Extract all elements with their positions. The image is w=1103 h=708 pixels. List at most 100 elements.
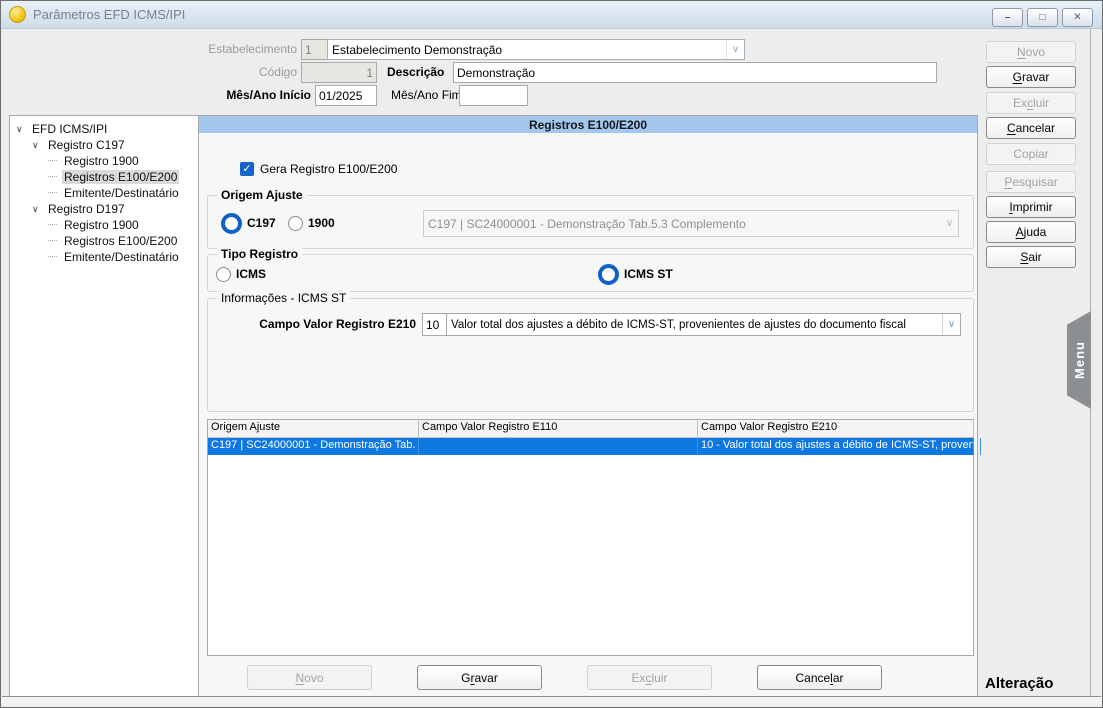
radio-1900-label: 1900 <box>308 216 335 230</box>
checkbox-checked-icon: ✓ <box>240 162 254 176</box>
tree-guide <box>48 224 57 226</box>
chevron-down-icon[interactable]: ∨ <box>726 40 744 59</box>
tree-item-emitente-destinatario[interactable]: Emitente/Destinatário <box>10 185 198 201</box>
sidebar-button-bar: Novo Gravar Excluir Cancelar Copiar Pesquisar… <box>986 1 1074 707</box>
radio-icms-st[interactable]: ICMS ST <box>598 266 673 282</box>
radio-checked-icon <box>598 264 619 285</box>
tipo-registro-group: Tipo Registro ICMS ICMS ST <box>207 254 974 292</box>
menu-tab-label: Menu <box>1072 341 1087 379</box>
estabelecimento-combo[interactable]: Estabelecimento Demonstração ∨ <box>327 39 745 60</box>
radio-icms-label: ICMS <box>236 267 266 281</box>
column-header-filler <box>974 420 980 437</box>
titlebar[interactable]: Parâmetros EFD ICMS/IPI <box>1 1 1102 29</box>
footer-button-novo[interactable]: Novo <box>247 665 372 690</box>
tree-item-label: Registro D197 <box>46 202 127 216</box>
tree-item-label: EFD ICMS/IPI <box>30 122 109 136</box>
mes-ano-inicio-value: 01/2025 <box>319 89 362 103</box>
table-cell <box>974 438 981 455</box>
codigo-field: 1 <box>301 62 377 83</box>
descricao-label: Descrição <box>387 65 444 79</box>
sidebar-button-gravar[interactable]: Gravar <box>986 66 1076 88</box>
chevron-down-icon[interactable]: ∨ <box>32 204 46 215</box>
radio-icms[interactable]: ICMS <box>216 266 266 282</box>
estabelecimento-combo-value: Estabelecimento Demonstração <box>332 43 726 57</box>
sidebar-button-copiar[interactable]: Copiar <box>986 143 1076 165</box>
tree-item-label: Registro 1900 <box>62 218 141 232</box>
mes-ano-fim-label: Mês/Ano Fim <box>391 88 462 102</box>
tree-item-registro-d197[interactable]: ∨Registro D197 <box>10 201 198 217</box>
codigo-value: 1 <box>305 66 373 80</box>
registros-table: Origem AjusteCampo Valor Registro E110Ca… <box>207 419 974 656</box>
panel-title: Registros E100/E200 <box>199 116 977 133</box>
tree-item-label: Registros E100/E200 <box>62 234 179 248</box>
footer-button-gravar[interactable]: Gravar <box>417 665 542 690</box>
chevron-down-icon: ∨ <box>941 211 958 236</box>
sidebar-button-cancelar[interactable]: Cancelar <box>986 117 1076 139</box>
origem-ajuste-group: Origem Ajuste C197 1900 C197 | SC2400000… <box>207 195 974 249</box>
column-header-campo-valor-registro-e110[interactable]: Campo Valor Registro E110 <box>419 420 698 437</box>
chevron-down-icon[interactable]: ∨ <box>32 140 46 151</box>
registros-panel: Registros E100/E200 ✓ Gera Registro E100… <box>198 115 978 698</box>
radio-c197[interactable]: C197 <box>221 215 276 231</box>
table-header: Origem AjusteCampo Valor Registro E110Ca… <box>208 420 973 438</box>
tree-item-registro-c197[interactable]: ∨Registro C197 <box>10 137 198 153</box>
sidebar-button-ajuda[interactable]: Ajuda <box>986 221 1076 243</box>
tree-item-emitente-destinatario[interactable]: Emitente/Destinatário <box>10 249 198 265</box>
informacoes-title: Informações - ICMS ST <box>217 291 350 305</box>
origem-ajuste-combo: C197 | SC24000001 - Demonstração Tab.5.3… <box>423 210 959 237</box>
mes-ano-fim-input[interactable] <box>459 85 528 106</box>
codigo-label: Código <box>171 65 297 79</box>
origem-ajuste-title: Origem Ajuste <box>217 188 307 202</box>
close-icon: ✕ <box>1073 13 1081 23</box>
radio-1900[interactable]: 1900 <box>288 215 335 231</box>
table-cell: 10 - Valor total dos ajustes a débito de… <box>698 438 974 455</box>
tree-item-efd-icms-ipi[interactable]: ∨EFD ICMS/IPI <box>10 121 198 137</box>
mes-ano-inicio-label: Mês/Ano Início <box>161 88 311 102</box>
tree-item-registros-e100-e200[interactable]: Registros E100/E200 <box>10 169 198 185</box>
tree-guide <box>48 240 57 242</box>
tree-item-registros-e100-e200[interactable]: Registros E100/E200 <box>10 233 198 249</box>
app-icon <box>9 6 26 23</box>
column-header-campo-valor-registro-e210[interactable]: Campo Valor Registro E210 <box>698 420 974 437</box>
window-title: Parâmetros EFD ICMS/IPI <box>33 7 185 22</box>
sidebar-button-sair[interactable]: Sair <box>986 246 1076 268</box>
chevron-down-icon[interactable]: ∨ <box>16 124 30 135</box>
campo-valor-e210-label: Campo Valor Registro E210 <box>208 317 416 331</box>
footer-button-excluir[interactable]: Excluir <box>587 665 712 690</box>
sidebar-button-novo[interactable]: Novo <box>986 41 1076 63</box>
table-body: C197 | SC24000001 - Demonstração Tab.10 … <box>208 438 973 455</box>
sidebar-button-excluir[interactable]: Excluir <box>986 92 1076 114</box>
tree-guide <box>48 176 57 178</box>
sidebar-button-imprimir[interactable]: Imprimir <box>986 196 1076 218</box>
chevron-down-icon[interactable]: ∨ <box>942 314 960 335</box>
navigation-tree: ∨EFD ICMS/IPI∨Registro C197Registro 1900… <box>9 115 199 703</box>
tree-guide <box>48 160 57 162</box>
status-bar <box>2 696 1101 706</box>
descricao-input[interactable]: Demonstração <box>453 62 937 83</box>
footer-button-bar: Novo Gravar Excluir Cancelar <box>199 665 977 688</box>
menu-tab[interactable]: Menu <box>1067 311 1091 409</box>
radio-checked-icon <box>221 213 242 234</box>
gera-registro-checkbox[interactable]: ✓ Gera Registro E100/E200 <box>240 162 397 176</box>
tree-item-registro-1900[interactable]: Registro 1900 <box>10 153 198 169</box>
tree-item-registro-1900[interactable]: Registro 1900 <box>10 217 198 233</box>
footer-button-cancelar[interactable]: Cancelar <box>757 665 882 690</box>
table-row[interactable]: C197 | SC24000001 - Demonstração Tab.10 … <box>208 438 973 455</box>
campo-valor-e210-combo[interactable]: Valor total dos ajustes a débito de ICMS… <box>446 313 961 336</box>
tree-item-label: Registros E100/E200 <box>62 170 179 184</box>
radio-icms-st-label: ICMS ST <box>624 267 673 281</box>
radio-unchecked-icon <box>288 216 303 231</box>
radio-c197-label: C197 <box>247 216 276 230</box>
sidebar-button-pesquisar[interactable]: Pesquisar <box>986 171 1076 193</box>
tree-item-label: Emitente/Destinatário <box>62 250 181 264</box>
tree-item-label: Registro 1900 <box>62 154 141 168</box>
campo-valor-e210-combo-value: Valor total dos ajustes a débito de ICMS… <box>451 319 942 331</box>
tree-item-label: Registro C197 <box>46 138 127 152</box>
tree-guide <box>48 192 57 194</box>
descricao-value: Demonstração <box>457 66 535 80</box>
table-cell <box>419 438 698 455</box>
estabelecimento-code-value: 1 <box>305 43 312 57</box>
check-icon: ✓ <box>242 164 251 175</box>
column-header-origem-ajuste[interactable]: Origem Ajuste <box>208 420 419 437</box>
mes-ano-inicio-input[interactable]: 01/2025 <box>315 85 377 106</box>
